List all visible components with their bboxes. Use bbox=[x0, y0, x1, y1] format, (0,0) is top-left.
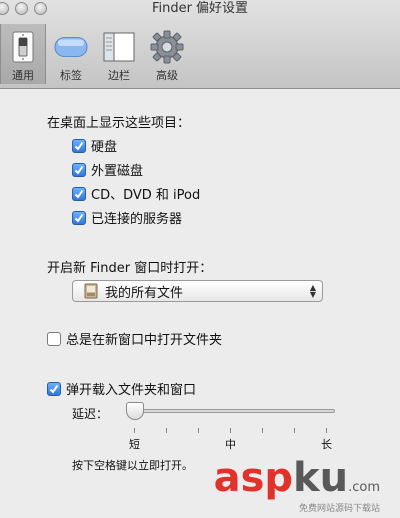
tag-icon bbox=[54, 30, 88, 64]
window-chrome: Finder 偏好设置 通用 标签 边栏 高级 bbox=[0, 0, 400, 89]
delay-slider-track[interactable] bbox=[128, 409, 335, 413]
tick-label-long: 长 bbox=[321, 438, 332, 451]
general-pane: 在桌面上显示这些项目： 硬盘 外置磁盘 CD、DVD 和 iPod 已连接的服务… bbox=[0, 89, 400, 518]
finder-preferences-window: Finder 偏好设置 通用 标签 边栏 高级 在桌面上显示这些项目： 硬盘 外… bbox=[0, 0, 400, 518]
delay-slider-knob[interactable] bbox=[126, 402, 144, 420]
connected-servers-label: 已连接的服务器 bbox=[91, 212, 183, 227]
tab-general-label: 通用 bbox=[12, 69, 34, 82]
checkbox-row-open-in-new-window[interactable]: 总是在新窗口中打开文件夹 bbox=[47, 329, 222, 348]
tick-label-short: 短 bbox=[129, 438, 140, 451]
checkbox-row-cds-dvds-ipods[interactable]: CD、DVD 和 iPod bbox=[72, 184, 200, 203]
preferences-toolbar: 通用 标签 边栏 高级 bbox=[0, 24, 400, 86]
slider-tick bbox=[198, 428, 199, 433]
open-in-new-window-checkbox[interactable] bbox=[47, 331, 61, 346]
sidebar-icon bbox=[102, 30, 136, 64]
tab-advanced[interactable]: 高级 bbox=[144, 24, 190, 84]
open-in-new-window-label: 总是在新窗口中打开文件夹 bbox=[66, 333, 223, 348]
all-my-files-icon bbox=[84, 283, 98, 299]
tick-label-medium: 中 bbox=[225, 438, 236, 451]
site-watermark: aspku.com 免费网站源码下载站 bbox=[213, 455, 380, 514]
checkbox-row-spring-loaded[interactable]: 弹开载入文件夹和窗口 bbox=[47, 379, 196, 398]
watermark-subtitle: 免费网站源码下载站 bbox=[298, 504, 380, 514]
slider-tick bbox=[230, 428, 231, 433]
checkbox-row-connected-servers[interactable]: 已连接的服务器 bbox=[72, 208, 182, 227]
spring-loaded-checkbox[interactable] bbox=[47, 381, 61, 396]
popup-arrows-icon: ▲ ▼ bbox=[309, 283, 316, 299]
external-disks-label: 外置磁盘 bbox=[91, 164, 144, 179]
popup-selected-value: 我的所有文件 bbox=[105, 285, 184, 301]
tab-sidebar[interactable]: 边栏 bbox=[96, 24, 142, 84]
tab-advanced-label: 高级 bbox=[156, 69, 178, 82]
window-title: Finder 偏好设置 bbox=[151, 1, 249, 16]
watermark-asp: asp bbox=[213, 455, 294, 501]
checkmark-icon bbox=[74, 213, 84, 223]
slider-tick bbox=[326, 428, 327, 433]
checkbox-row-hard-disks[interactable]: 硬盘 bbox=[72, 136, 117, 155]
checkbox-row-external-disks[interactable]: 外置磁盘 bbox=[72, 160, 143, 179]
slider-tick bbox=[134, 428, 135, 433]
hard-disks-label: 硬盘 bbox=[91, 140, 118, 155]
spacebar-hint: 按下空格键以立即打开。 bbox=[72, 459, 193, 472]
checkmark-icon bbox=[49, 384, 59, 394]
checkmark-icon bbox=[74, 141, 84, 151]
checkmark-icon bbox=[74, 189, 84, 199]
tab-tags-label: 标签 bbox=[60, 69, 82, 82]
desktop-items-heading: 在桌面上显示这些项目： bbox=[47, 116, 191, 131]
watermark-ku: ku bbox=[293, 455, 349, 501]
tab-general[interactable]: 通用 bbox=[0, 24, 46, 84]
watermark-com: .com bbox=[348, 480, 380, 495]
hard-disks-checkbox[interactable] bbox=[72, 138, 86, 153]
gear-icon bbox=[150, 30, 184, 64]
cds-dvds-ipods-checkbox[interactable] bbox=[72, 186, 86, 201]
slider-tick bbox=[166, 428, 167, 433]
slider-tick bbox=[262, 428, 263, 433]
slider-tick bbox=[294, 428, 295, 433]
checkmark-icon bbox=[74, 165, 84, 175]
new-window-target-popup[interactable]: 我的所有文件 ▲ ▼ bbox=[72, 280, 323, 302]
connected-servers-checkbox[interactable] bbox=[72, 210, 86, 225]
light-switch-icon bbox=[6, 30, 40, 64]
delay-label: 延迟： bbox=[72, 407, 109, 421]
cds-dvds-ipods-label: CD、DVD 和 iPod bbox=[91, 188, 201, 203]
external-disks-checkbox[interactable] bbox=[72, 162, 86, 177]
tab-tags[interactable]: 标签 bbox=[48, 24, 94, 84]
tab-sidebar-label: 边栏 bbox=[108, 69, 130, 82]
spring-loaded-label: 弹开载入文件夹和窗口 bbox=[66, 383, 197, 398]
new-window-heading: 开启新 Finder 窗口时打开： bbox=[47, 261, 213, 276]
